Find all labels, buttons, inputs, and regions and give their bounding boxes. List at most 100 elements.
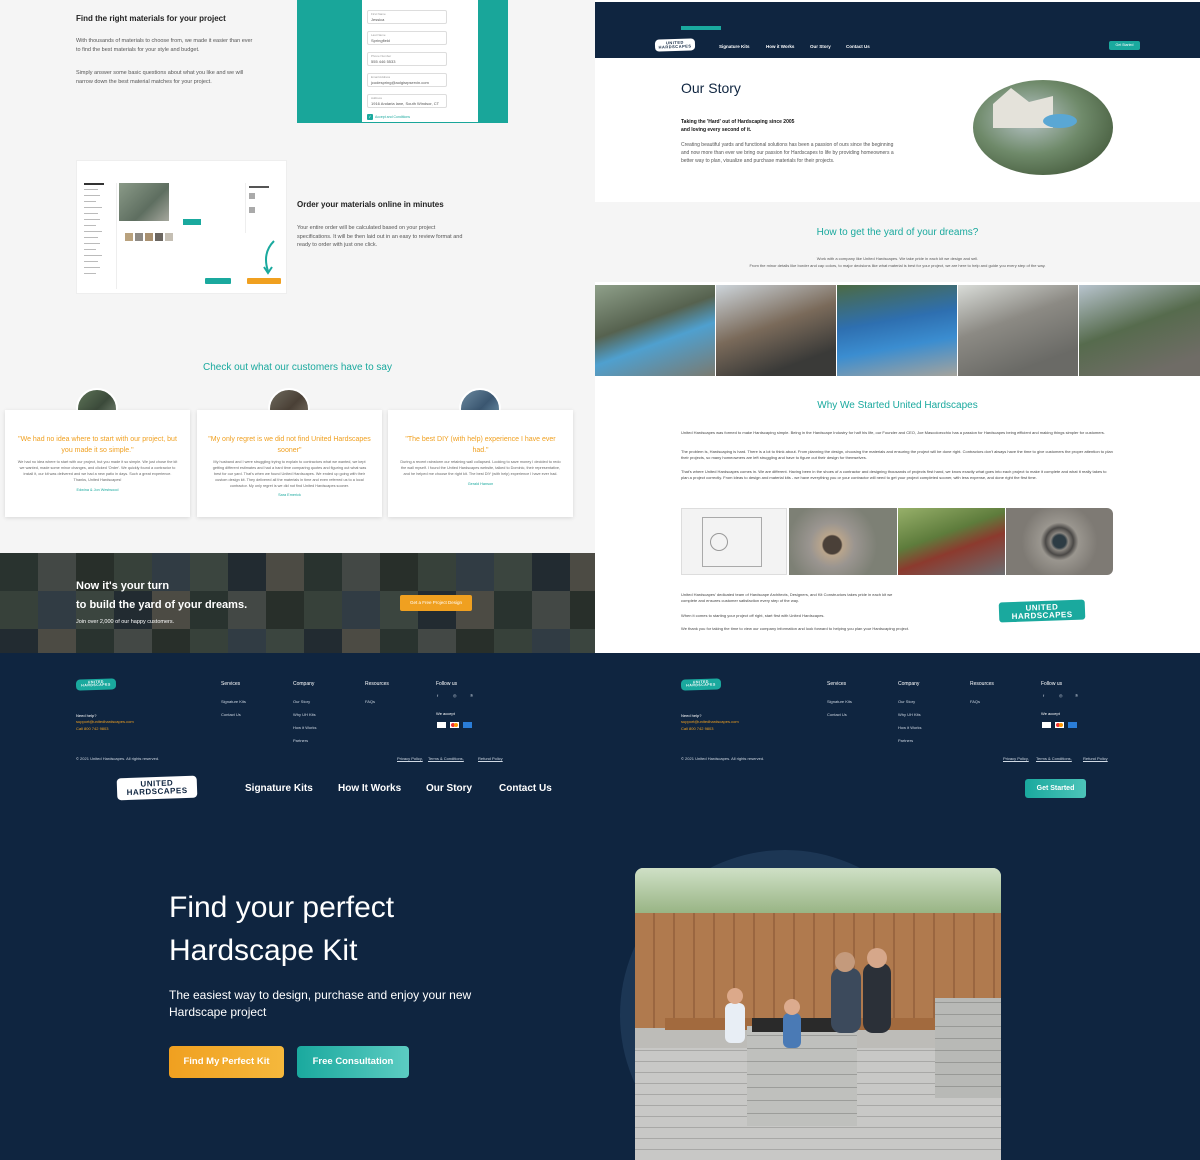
footer-link[interactable]: How it Works	[898, 725, 921, 730]
footer-link[interactable]: Why UH Kits	[898, 712, 921, 717]
footer-link[interactable]: Signature Kits	[827, 699, 852, 704]
brand-logo[interactable]: UNITED HARDSCAPES	[116, 775, 198, 801]
refund-link[interactable]: Refund Policy	[1083, 756, 1108, 761]
shopping-cart	[245, 183, 281, 233]
blueprint-image	[681, 508, 787, 575]
facebook-icon[interactable]: f	[437, 693, 438, 698]
brand-logo[interactable]: UNITED HARDSCAPES	[654, 38, 696, 52]
nav-signature-kits[interactable]: Signature Kits	[245, 783, 313, 794]
privacy-link[interactable]: Privacy Policy,	[1003, 756, 1029, 761]
visa-icon	[437, 722, 446, 728]
footer-link[interactable]: FAQs	[365, 699, 375, 704]
support-email[interactable]: support@unitedhardscapes.com	[681, 719, 739, 724]
footer-link[interactable]: Why UH Kits	[293, 712, 316, 717]
refund-link[interactable]: Refund Policy	[478, 756, 503, 761]
order-para: Your entire order will be calculated bas…	[297, 225, 463, 249]
cta-band: Now it's your turn to build the yard of …	[0, 553, 595, 653]
email-field[interactable]: Email Address jcodespring@aolgisrpservin.…	[367, 73, 447, 87]
testimonial-body: We had no idea where to start with our p…	[17, 460, 178, 482]
support-email[interactable]: support@unitedhardscapes.com	[76, 719, 134, 724]
privacy-link[interactable]: Privacy Policy,	[397, 756, 423, 761]
terms-link[interactable]: Terms & Conditions,	[1036, 756, 1072, 761]
free-consultation-button[interactable]: Free Consultation	[297, 1046, 409, 1078]
pinterest-icon[interactable]: ℗	[1075, 693, 1078, 698]
footer-link[interactable]: FAQs	[970, 699, 980, 704]
footer-services-title: Services	[827, 681, 847, 687]
testimonial-quote: "The best DIY (with help) experience I h…	[405, 436, 556, 454]
why-title: Why We Started United Hardscapes	[817, 400, 978, 411]
why-para-1: United Hardscapes was formed to make Har…	[681, 430, 1105, 435]
footer-logo[interactable]: UNITED HARDSCAPES	[680, 678, 722, 691]
materials-title: Find the right materials for your projec…	[76, 14, 226, 23]
get-started-button[interactable]: Get Started	[1109, 41, 1140, 50]
terms-link[interactable]: Terms & Conditions,	[428, 756, 464, 761]
need-help-label: Need help?	[76, 713, 97, 718]
nav-our-story[interactable]: Our Story	[810, 44, 831, 49]
brand-logo-large: UNITED HARDSCAPES	[997, 598, 1087, 624]
hero-title-line-2: Hardscape Kit	[169, 934, 358, 967]
testimonial-body: My husband and I were struggling trying …	[212, 460, 367, 488]
footer-logo[interactable]: UNITED HARDSCAPES	[75, 678, 117, 691]
design-image	[898, 508, 1005, 575]
footer-link[interactable]: Signature Kits	[221, 699, 246, 704]
why-para-5: When it comes to starting your project o…	[681, 613, 825, 618]
our-story-title: Our Story	[681, 80, 741, 96]
copyright: © 2021 United Hardscapes. All rights res…	[76, 756, 160, 761]
facebook-icon[interactable]: f	[1043, 693, 1044, 698]
footer-services-title: Services	[221, 681, 241, 687]
footer-follow-title: Follow us	[436, 681, 458, 687]
instagram-icon[interactable]: ◎	[1059, 693, 1063, 698]
mastercard-icon	[450, 722, 459, 728]
materials-para-2: Simply answer some basic questions about…	[76, 70, 244, 85]
footer-link[interactable]: Contact Us	[221, 712, 241, 717]
nav-contact-us[interactable]: Contact Us	[846, 44, 870, 49]
nav-how-it-works[interactable]: How it Works	[766, 44, 794, 49]
footer-link[interactable]: Our Story	[293, 699, 310, 704]
nav-our-story[interactable]: Our Story	[426, 783, 472, 794]
nav-how-it-works[interactable]: How It Works	[338, 783, 401, 794]
materials-form-card: First Name Jessica Last Name Springfield P…	[362, 0, 478, 122]
amex-icon	[1068, 722, 1077, 728]
gallery-image	[837, 285, 957, 376]
first-name-field[interactable]: First Name Jessica	[367, 10, 447, 24]
nav-contact-us[interactable]: Contact Us	[499, 783, 552, 794]
last-name-field[interactable]: Last Name Springfield	[367, 31, 447, 45]
testimonial-author: Edwina & Jon Westwood	[76, 487, 119, 492]
hero-subtitle: The easiest way to design, purchase and …	[169, 988, 472, 1020]
footer-resources-title: Resources	[970, 681, 994, 687]
hero-photo	[635, 868, 1001, 1160]
copyright: © 2021 United Hardscapes. All rights res…	[681, 756, 765, 761]
why-para-4: United Hardscapes' dedicated team of Har…	[681, 592, 893, 603]
check-icon[interactable]: ✓	[367, 114, 373, 120]
project-gallery	[595, 285, 1200, 376]
footer-link[interactable]: Contact Us	[827, 712, 847, 717]
design-gallery	[681, 508, 1113, 575]
testimonials-title: Check out what our customers have to say	[203, 362, 392, 373]
right-navbar: UNITED HARDSCAPES Signature Kits How it W…	[595, 2, 1200, 58]
footer-link[interactable]: Our Story	[898, 699, 915, 704]
support-phone[interactable]: Call 800 742 9803	[76, 726, 108, 731]
footer-link[interactable]: How it Works	[293, 725, 316, 730]
left-page-preview: Find the right materials for your projec…	[0, 0, 595, 653]
support-phone[interactable]: Call 800 742 9803	[681, 726, 713, 731]
hero-section: UNITED HARDSCAPES Signature Kits How It W…	[0, 773, 1200, 1160]
gallery-image	[958, 285, 1078, 376]
visa-icon	[1042, 722, 1051, 728]
mastercard-icon	[1055, 722, 1064, 728]
gallery-image	[716, 285, 836, 376]
hero-title-line-1: Find your perfect	[169, 891, 395, 924]
phone-field[interactable]: Phone Number 555 446 5533	[367, 52, 447, 66]
find-kit-button[interactable]: Find My Perfect Kit	[169, 1046, 284, 1078]
footer-link[interactable]: Partners	[898, 738, 913, 743]
nav-signature-kits[interactable]: Signature Kits	[719, 44, 750, 49]
free-design-button[interactable]: Get a Free Project Design	[400, 595, 472, 611]
pinterest-icon[interactable]: ℗	[470, 693, 473, 698]
we-accept-label: We accept	[436, 711, 455, 716]
dreams-para-1: Work with a company like United Hardscap…	[816, 256, 979, 261]
get-started-button[interactable]: Get Started	[1025, 779, 1086, 798]
instagram-icon[interactable]: ◎	[453, 693, 457, 698]
footer-resources-title: Resources	[365, 681, 389, 687]
address-field[interactable]: Address 1916 Andaria lane, South Windsor,…	[367, 94, 447, 108]
footer-link[interactable]: Partners	[293, 738, 308, 743]
testimonial-author: Sara Emerick	[278, 493, 301, 498]
